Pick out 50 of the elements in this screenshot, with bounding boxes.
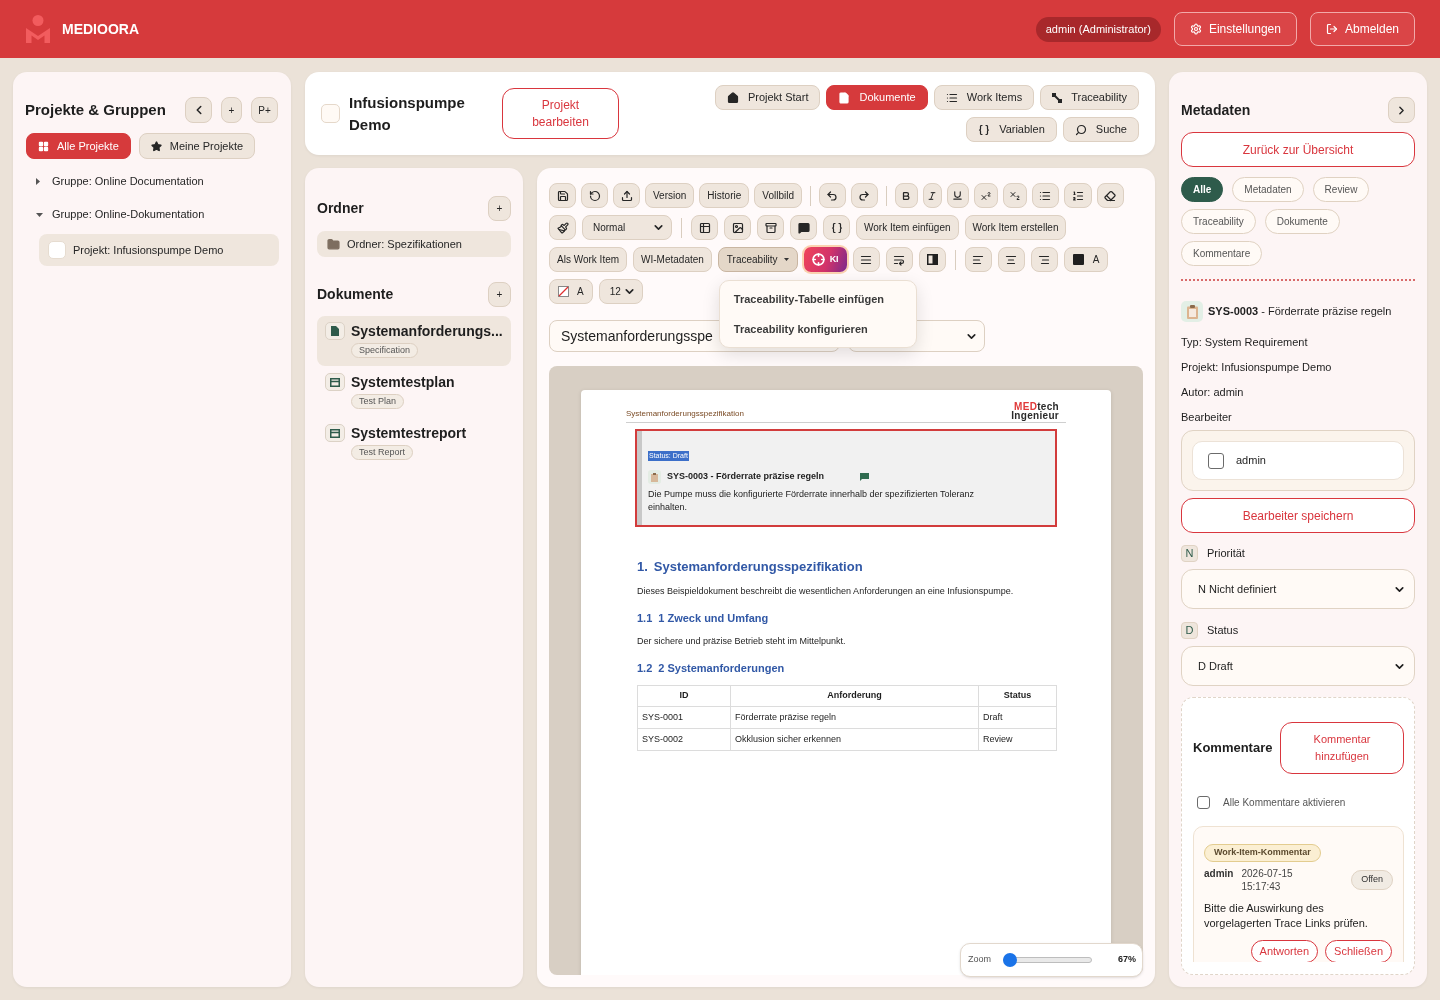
letter-badge: D: [1181, 622, 1198, 639]
column-header: Status: [978, 685, 1057, 707]
zoom-value: 67%: [1118, 953, 1136, 967]
section-heading: 1. Systemanforderungsspezifikation: [637, 559, 864, 575]
panel-title: Projekte & Gruppen: [25, 99, 166, 120]
subsection-heading: 1.1 1 Zweck und Umfang: [637, 611, 770, 625]
brand-name: MEDIOORA: [62, 19, 139, 39]
table-cell: Okklusion sicher erkennen: [730, 728, 979, 751]
comment-timestamp: 2026-07-15 15:17:43: [1241, 867, 1294, 893]
document-title: Systemanforderungs...: [351, 322, 503, 340]
column-header: Anforderung: [730, 685, 979, 707]
document-type-tag: Test Plan: [351, 394, 405, 409]
table-cell: Draft: [978, 706, 1057, 729]
field-label: Priorität: [1207, 546, 1245, 562]
comment-text: Bitte die Auswirkung des vorgelagerten Trace Links prüfen.: [1204, 901, 1369, 931]
document-type-tag: Specification: [351, 343, 419, 358]
project-title: Infusionspumpe Demo: [349, 92, 466, 135]
user-badge: admin (Administrator): [1035, 16, 1161, 42]
comment-type-tag: Work-Item-Kommentar: [1204, 843, 1321, 862]
running-header: Systemanforderungsspezifikation: [626, 409, 744, 419]
company-logo: MEDtech Ingenieur: [1011, 402, 1059, 420]
work-item-title: SYS-0003 - Förderrate präzise regeln: [667, 470, 825, 484]
letter-badge: N: [1181, 545, 1198, 562]
panel-title: Metadaten: [1181, 100, 1251, 120]
assignee-name: admin: [1236, 453, 1266, 469]
body-text: Der sichere und präzise Betrieb steht im Mittelpunkt.: [637, 635, 847, 647]
metadata-field: Autor: admin: [1181, 380, 1415, 405]
metadata-field: Typ: System Requirement: [1181, 330, 1415, 355]
document-title: Systemtestplan: [351, 373, 455, 391]
field-label: Status: [1207, 623, 1239, 639]
comments-title: Kommentare: [1193, 739, 1273, 758]
field-label: Bearbeiter: [1181, 410, 1233, 426]
zoom-label: Zoom: [968, 953, 991, 967]
section-title: Dokumente: [317, 285, 394, 304]
work-item-text: Die Pumpe muss die konfigurierte Förderrate innerhalb der spezifizierten Toleranz einhalten.: [648, 488, 975, 513]
column-header: ID: [637, 685, 731, 707]
comment-author: admin: [1204, 867, 1234, 880]
table-cell: Förderrate präzise regeln: [730, 706, 979, 729]
subsection-heading: 1.2 2 Systemanforderungen: [637, 661, 786, 675]
table-cell: SYS-0001: [637, 706, 731, 729]
document-title: Systemtestreport: [351, 424, 467, 442]
table-cell: SYS-0002: [637, 728, 731, 751]
document-type-tag: Test Report: [351, 445, 414, 460]
status-tag: Offen: [1351, 870, 1393, 890]
metadata-field: Projekt: Infusionspumpe Demo: [1181, 355, 1415, 380]
checkbox-label: Alle Kommentare aktivieren: [1223, 796, 1346, 810]
work-item-heading: SYS-0003 - Förderrate präzise regeln: [1208, 304, 1392, 320]
section-title: Ordner: [317, 199, 364, 218]
body-text: Dieses Beispieldokument beschreibt die wesentlichen Anforderungen an eine Infusionspumpe.: [637, 585, 1015, 597]
table-cell: Review: [978, 728, 1057, 751]
